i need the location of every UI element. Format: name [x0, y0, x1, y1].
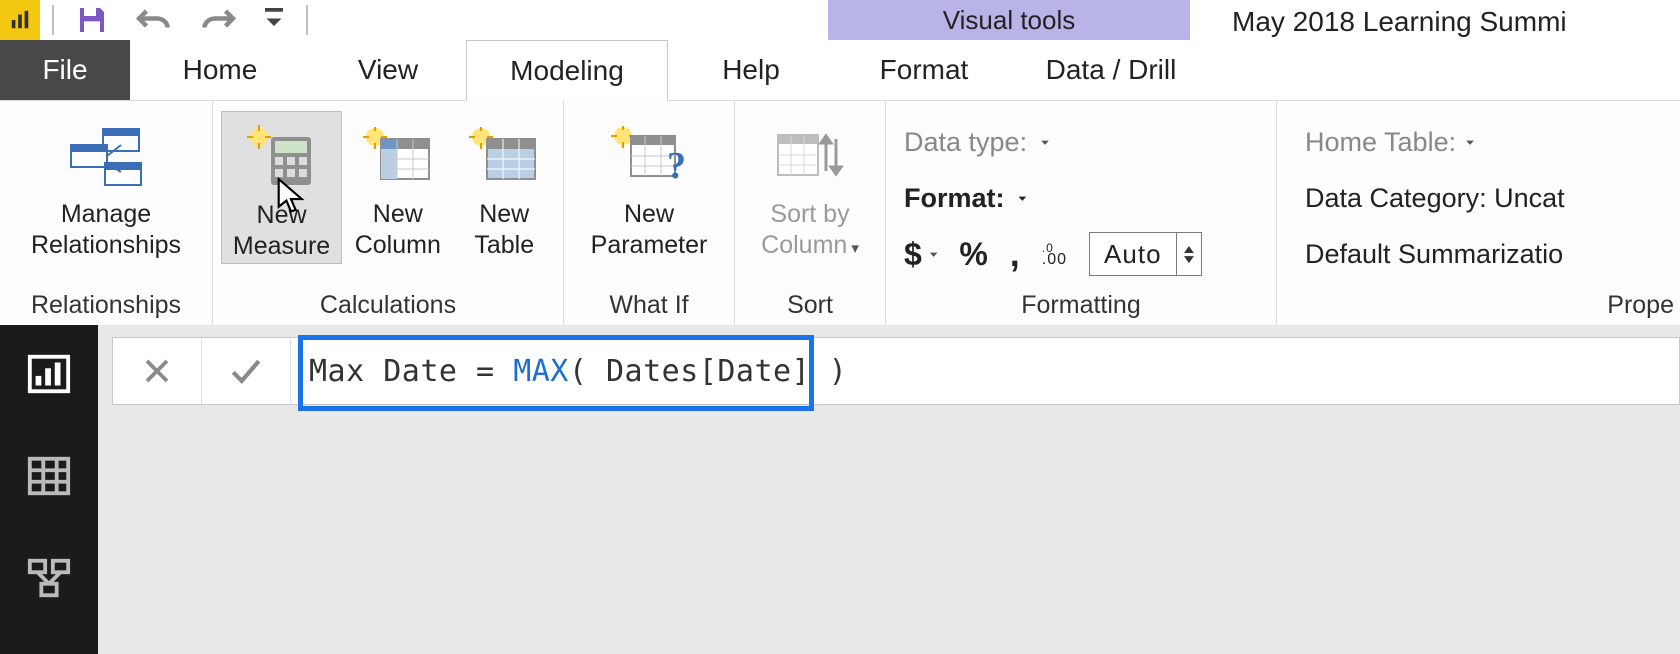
left-rail	[0, 325, 98, 654]
dropdown-icon: ▾	[1466, 137, 1474, 147]
undo-icon[interactable]	[136, 5, 172, 35]
formula-bar: Max Date = MAX( Dates[Date] )	[112, 337, 1680, 405]
formula-function: MAX	[513, 354, 569, 389]
button-label: New Parameter	[591, 199, 708, 262]
qat-separator	[306, 5, 308, 35]
data-view-button[interactable]	[22, 449, 76, 503]
formula-cancel-button[interactable]	[113, 338, 202, 404]
decimal-places-spinner[interactable]: Auto ▲▼	[1089, 232, 1202, 276]
new-column-button[interactable]: New Column	[342, 111, 453, 262]
model-view-button[interactable]	[22, 551, 76, 605]
formula-commit-button[interactable]	[202, 338, 291, 404]
button-label: New Column	[355, 199, 441, 262]
data-category-dropdown[interactable]: Data Category: Uncat	[1305, 170, 1565, 226]
spinner-value: Auto	[1090, 239, 1176, 270]
document-title: May 2018 Learning Summi	[1232, 6, 1567, 38]
new-column-icon	[363, 117, 433, 195]
button-label: New Table	[474, 199, 534, 262]
report-canvas[interactable]: Max Date = MAX( Dates[Date] )	[98, 325, 1680, 654]
report-view-button[interactable]	[22, 347, 76, 401]
group-label-sort: Sort	[735, 287, 885, 326]
data-category-label: Data Category: Uncat	[1305, 183, 1565, 214]
group-label-formatting: Formatting	[886, 287, 1276, 326]
tab-view[interactable]: View	[310, 40, 466, 100]
ribbon: Manage Relationships Relationships New M…	[0, 101, 1680, 326]
new-measure-icon	[247, 118, 317, 196]
save-icon[interactable]	[76, 4, 108, 36]
dropdown-icon: ▾	[1041, 137, 1049, 147]
currency-icon: $	[904, 236, 922, 273]
customize-qat-icon[interactable]	[264, 8, 284, 32]
thousand-separator-button[interactable]: ,	[1010, 233, 1020, 275]
formula-input[interactable]: Max Date = MAX( Dates[Date] )	[291, 354, 1679, 389]
sort-by-column-button[interactable]: Sort by Column▾	[743, 111, 877, 262]
app-icon	[0, 0, 40, 40]
dropdown-icon: ▾	[1019, 193, 1027, 203]
dropdown-icon: ▾	[930, 249, 938, 259]
decimals-icon[interactable]: .0 .00	[1042, 242, 1067, 266]
tab-help[interactable]: Help	[668, 40, 834, 100]
sort-icon	[774, 117, 846, 195]
ribbon-tabs: File Home View Modeling Help Format Data…	[0, 40, 1680, 101]
dropdown-icon: ▾	[851, 240, 859, 257]
workspace: Max Date = MAX( Dates[Date] )	[0, 325, 1680, 654]
new-parameter-button[interactable]: ? New Parameter	[574, 111, 724, 262]
group-label-properties: Prope	[1277, 287, 1680, 326]
redo-icon[interactable]	[200, 5, 236, 35]
tab-data-drill[interactable]: Data / Drill	[1014, 40, 1208, 100]
currency-format-button[interactable]: $ ▾	[904, 236, 937, 273]
tab-format[interactable]: Format	[834, 40, 1014, 100]
tab-modeling[interactable]: Modeling	[466, 40, 668, 101]
data-type-label: Data type:	[904, 127, 1027, 158]
new-table-icon	[469, 117, 539, 195]
percent-format-button[interactable]: %	[959, 236, 987, 273]
home-table-label: Home Table:	[1305, 127, 1456, 158]
new-measure-button[interactable]: New Measure	[221, 111, 342, 264]
relationships-icon	[65, 117, 147, 195]
tab-file[interactable]: File	[0, 40, 130, 100]
formula-text-suffix: ( Dates[Date] )	[569, 354, 847, 389]
format-dropdown[interactable]: Format: ▾	[904, 170, 1026, 226]
default-summarization-dropdown[interactable]: Default Summarizatio	[1305, 226, 1563, 282]
button-label: Sort by Column▾	[761, 199, 859, 262]
data-type-dropdown[interactable]: Data type: ▾	[904, 114, 1049, 170]
button-label: Manage Relationships	[31, 199, 181, 262]
tab-home[interactable]: Home	[130, 40, 310, 100]
spinner-arrows[interactable]: ▲▼	[1176, 233, 1201, 275]
contextual-tab-header: Visual tools	[828, 0, 1190, 40]
button-label: New Measure	[233, 200, 330, 263]
svg-text:?: ?	[667, 145, 686, 186]
default-summarization-label: Default Summarizatio	[1305, 239, 1563, 270]
group-label-whatif: What If	[564, 287, 734, 326]
qat-separator	[52, 5, 54, 35]
home-table-dropdown[interactable]: Home Table: ▾	[1305, 114, 1474, 170]
group-label-relationships: Relationships	[0, 287, 212, 326]
new-parameter-icon: ?	[609, 117, 689, 195]
group-label-calculations: Calculations	[213, 287, 563, 326]
new-table-button[interactable]: New Table	[453, 111, 555, 262]
formula-text-prefix: Max Date =	[309, 354, 513, 389]
quick-access-toolbar	[58, 4, 302, 36]
manage-relationships-button[interactable]: Manage Relationships	[11, 111, 201, 262]
format-label: Format:	[904, 183, 1005, 214]
